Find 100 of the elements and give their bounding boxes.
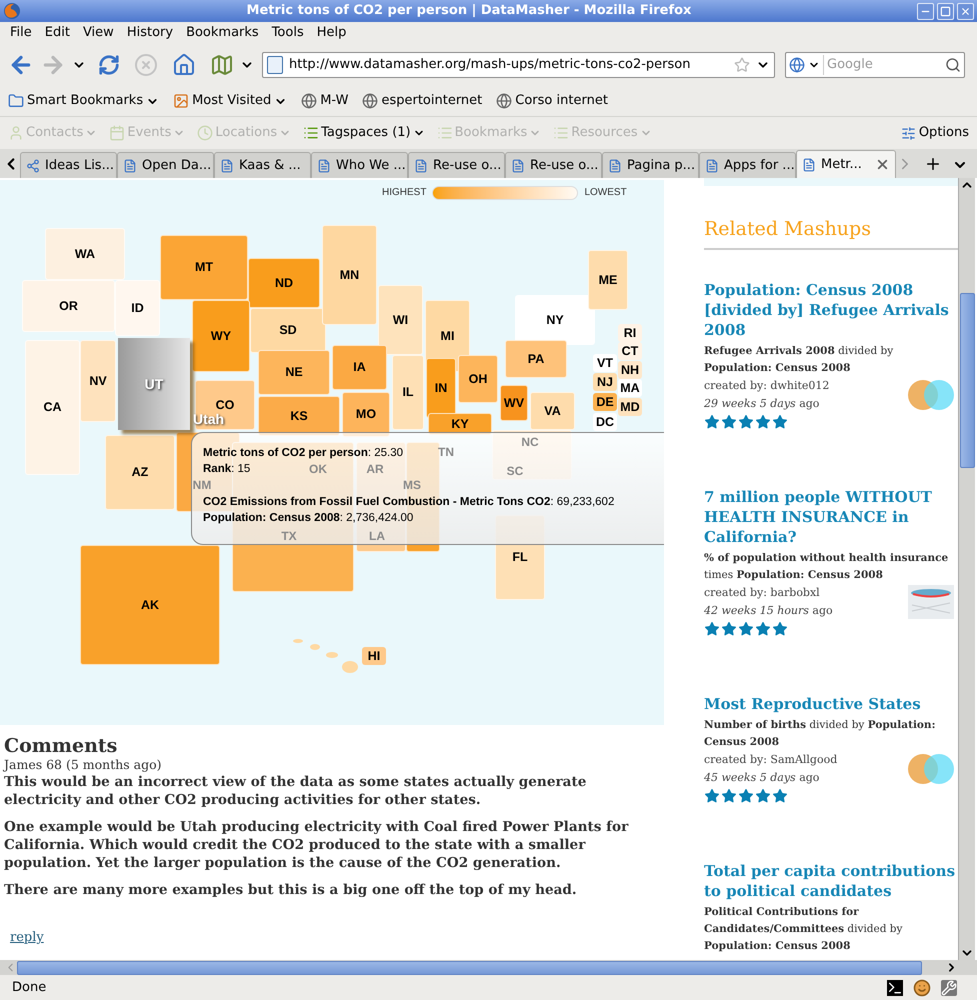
bookmark-item[interactable]: Corso internet: [496, 91, 608, 111]
browser-tab[interactable]: Who We ...: [311, 152, 408, 178]
state-chip[interactable]: CT: [618, 342, 642, 360]
mashup-description: Refugee Arrivals 2008 divided by Population: Census 2008: [704, 344, 894, 376]
star-icon: [755, 788, 771, 804]
state-region[interactable]: VA: [530, 392, 575, 430]
state-region[interactable]: NY: [515, 295, 595, 345]
menu-item[interactable]: Edit: [38, 23, 76, 43]
state-chip[interactable]: RI: [618, 324, 642, 342]
state-region[interactable]: OH: [458, 355, 498, 403]
browser-tab[interactable]: Pagina p...: [602, 152, 699, 178]
toolbar-menu[interactable]: Tagspaces (1): [303, 123, 425, 143]
state-region[interactable]: NV: [80, 340, 116, 422]
star-icon: [704, 788, 720, 804]
close-tab-icon[interactable]: [875, 157, 890, 172]
star-icon: [772, 788, 788, 804]
state-region[interactable]: CA: [25, 340, 80, 475]
menu-item[interactable]: Bookmarks: [180, 23, 265, 43]
state-region[interactable]: WV: [500, 385, 528, 421]
state-chip[interactable]: NJ: [593, 373, 617, 391]
state-chip[interactable]: NH: [618, 361, 642, 379]
mashup-title-link[interactable]: Population: Census 2008 [divided by] Refugee Arrivals 2008: [704, 280, 958, 340]
reload-icon[interactable]: [98, 54, 120, 76]
browser-tab[interactable]: Re-use o...: [408, 152, 505, 178]
menu-item[interactable]: Tools: [266, 23, 310, 43]
state-region[interactable]: ID: [115, 280, 160, 336]
star-icon: [738, 621, 754, 637]
browser-tab[interactable]: Ideas Lis...: [20, 152, 117, 178]
bookmark-item[interactable]: Most Visited: [173, 91, 288, 111]
state-region[interactable]: WA: [45, 228, 125, 280]
state-chip[interactable]: HI: [362, 647, 386, 665]
search-field[interactable]: Google: [823, 55, 942, 75]
mashup-title-link[interactable]: Total per capita contributions to political candidates: [704, 861, 958, 901]
image-icon: [173, 93, 190, 109]
state-region[interactable]: IA: [332, 345, 387, 390]
state-chip[interactable]: DE: [593, 393, 617, 411]
state-region[interactable]: PA: [505, 340, 567, 378]
star-icon: [772, 621, 788, 637]
face-icon[interactable]: [913, 978, 931, 996]
menu-item[interactable]: File: [4, 23, 38, 43]
state-chip[interactable]: MD: [618, 398, 642, 416]
browser-tab[interactable]: Apps for ...: [699, 152, 796, 178]
comment-paragraph: This would be an incorrect view of the data as some states actually generate electricity and other CO2 producing activities for other states.: [4, 773, 588, 809]
menu-item[interactable]: History: [120, 23, 180, 43]
search-icon[interactable]: [945, 57, 961, 73]
browser-tab[interactable]: Open Da...: [117, 152, 214, 178]
address-field[interactable]: http://www.datamasher.org/mash-ups/metric-tons-co2-person: [262, 52, 775, 78]
map-icon[interactable]: [210, 53, 234, 77]
mashup-title-link[interactable]: 7 million people WITHOUT HEALTH INSURANCE in California?: [704, 487, 958, 547]
home-icon[interactable]: [172, 53, 196, 77]
mashup-age: 42 weeks 15 hours ago: [704, 603, 833, 619]
state-region[interactable]: OR: [22, 280, 115, 332]
new-tab-icon[interactable]: [924, 155, 942, 173]
state-label: LA: [368, 529, 386, 543]
mashup-age: 45 weeks 5 days ago: [704, 770, 820, 786]
url-text: http://www.datamasher.org/mash-ups/metric-tons-co2-person: [289, 56, 692, 74]
bookmark-item[interactable]: espertointernet: [362, 91, 482, 111]
state-chip[interactable]: DC: [593, 413, 617, 431]
state-chip[interactable]: VT: [593, 354, 617, 372]
vertical-scrollbar[interactable]: [958, 178, 975, 960]
bookmark-item[interactable]: M-W: [301, 91, 348, 111]
tooltip-line: Population: Census 2008: 2,736,424.00: [203, 511, 414, 526]
options-button[interactable]: Options: [900, 123, 969, 143]
maximize-button[interactable]: [937, 2, 954, 20]
bookmark-item[interactable]: Smart Bookmarks: [8, 91, 160, 111]
bookmark-star-icon[interactable]: [734, 57, 750, 73]
minimize-button[interactable]: [917, 2, 934, 20]
state-region[interactable]: ND: [248, 258, 320, 308]
state-region[interactable]: SD: [250, 308, 326, 353]
browser-tab[interactable]: Metr...: [796, 150, 896, 178]
state-region[interactable]: IL: [392, 355, 424, 430]
scrollbar-thumb[interactable]: [960, 293, 974, 468]
tooltip-line: CO2 Emissions from Fossil Fuel Combustion - Metric Tons CO2: 69,233,602: [203, 495, 614, 510]
state-region[interactable]: AK: [80, 545, 220, 665]
state-region[interactable]: MN: [322, 225, 377, 325]
reply-link[interactable]: reply: [10, 928, 44, 948]
mashup-title-link[interactable]: Most Reproductive States: [704, 694, 958, 714]
star-icon: [721, 788, 737, 804]
terminal-icon[interactable]: [887, 980, 903, 996]
search-engine-icon[interactable]: [789, 57, 805, 73]
state-region[interactable]: AZ: [105, 435, 175, 510]
site-icon: [267, 56, 283, 74]
state-region[interactable]: WI: [378, 285, 423, 355]
menu-item[interactable]: Help: [310, 23, 352, 43]
mashup-age: 29 weeks 5 days ago: [704, 396, 820, 412]
browser-tab[interactable]: Re-use o...: [505, 152, 602, 178]
maximize-icon: [940, 6, 951, 16]
wrench-icon[interactable]: [941, 980, 957, 996]
state-region[interactable]: WY: [192, 300, 250, 372]
state-chip[interactable]: MA: [618, 379, 642, 397]
browser-tab[interactable]: Kaas & ...: [214, 152, 311, 178]
search-box[interactable]: Google: [785, 52, 965, 78]
venn-thumbnail: [908, 753, 954, 785]
state-region[interactable]: ME: [588, 250, 628, 310]
close-button[interactable]: [957, 2, 974, 20]
state-region[interactable]: NE: [258, 350, 330, 395]
menu-item[interactable]: View: [76, 23, 120, 43]
state-label: AR: [365, 462, 385, 476]
state-region[interactable]: IN: [426, 358, 456, 418]
state-region[interactable]: MT: [160, 235, 248, 300]
